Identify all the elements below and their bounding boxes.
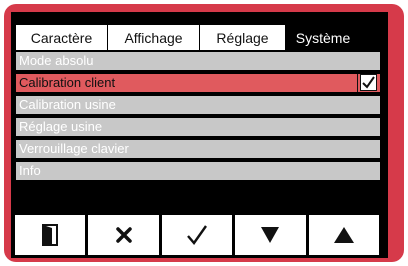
tab-affichage[interactable]: Affichage xyxy=(107,24,199,50)
menu-item-label: Calibration usine xyxy=(19,97,116,112)
down-button[interactable] xyxy=(235,215,306,255)
menu-item-label: Calibration client xyxy=(19,75,116,90)
tab-bar: Caractère Affichage Réglage Système xyxy=(15,24,361,50)
checkmark-icon xyxy=(362,76,375,89)
tab-caractere[interactable]: Caractère xyxy=(15,24,107,50)
menu-item-info[interactable]: Info xyxy=(16,162,380,180)
menu-item-label: Info xyxy=(19,163,41,178)
menu-item-calibration-usine[interactable]: Calibration usine xyxy=(16,96,380,114)
arrow-down-icon xyxy=(261,227,280,243)
tab-reglage[interactable]: Réglage xyxy=(199,24,285,50)
arrow-up-icon xyxy=(333,227,354,243)
softkey-bar xyxy=(15,215,380,255)
confirm-button[interactable] xyxy=(161,215,233,255)
menu-item-mode-absolu[interactable]: Mode absolu xyxy=(16,52,380,70)
menu-item-verrouillage-clavier[interactable]: Verrouillage clavier xyxy=(16,140,380,158)
door-exit-icon xyxy=(42,224,59,246)
up-button[interactable] xyxy=(308,215,380,255)
menu-item-label: Mode absolu xyxy=(19,53,94,68)
cancel-button[interactable] xyxy=(88,215,159,255)
menu-item-label: Réglage usine xyxy=(19,119,103,134)
check-separator xyxy=(357,74,358,92)
close-icon xyxy=(115,227,132,243)
tab-systeme[interactable]: Système xyxy=(285,24,361,50)
menu-item-label: Verrouillage clavier xyxy=(19,141,129,156)
checkmark-icon xyxy=(187,225,207,245)
system-menu: Mode absolu Calibration client Calibrati… xyxy=(16,52,380,184)
exit-button[interactable] xyxy=(15,215,86,255)
menu-item-reglage-usine[interactable]: Réglage usine xyxy=(16,118,380,136)
checkbox-checked[interactable] xyxy=(360,74,377,91)
menu-item-calibration-client[interactable]: Calibration client xyxy=(16,74,380,92)
